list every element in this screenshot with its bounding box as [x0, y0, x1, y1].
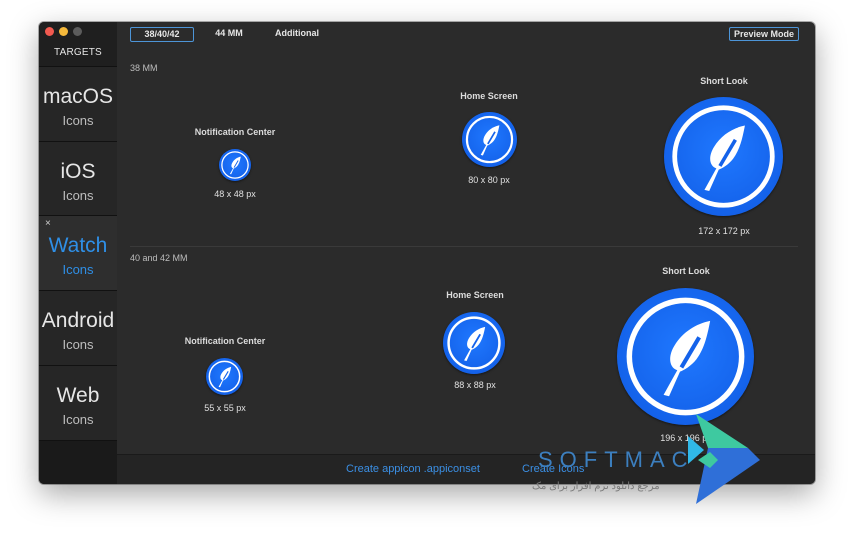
feather-icon: [206, 358, 243, 395]
tab-44mm[interactable]: 44 MM: [206, 27, 252, 40]
icon-size-label: 55 x 55 px: [204, 403, 246, 413]
close-window-button[interactable]: [45, 27, 54, 36]
section-title-40-42mm: 40 and 42 MM: [130, 253, 188, 263]
tab-38-40-42[interactable]: 38/40/42: [130, 27, 194, 42]
sidebar-item-subtitle: Icons: [62, 337, 94, 352]
sidebar-item-ios[interactable]: iOS Icons: [39, 141, 117, 216]
feather-icon: [664, 97, 783, 216]
icon-label: Home Screen: [446, 290, 504, 300]
sidebar-item-title: iOS: [60, 160, 96, 183]
feather-icon: [462, 112, 517, 167]
sidebar-item-title: Android: [41, 309, 115, 332]
softmac-logo-icon: [688, 414, 760, 504]
sidebar-item-title: Watch: [48, 234, 108, 257]
targets-sidebar: TARGETS macOS Icons iOS Icons × Watch Ic…: [39, 22, 117, 484]
sidebar-item-subtitle: Icons: [62, 412, 94, 427]
create-appiconset-button[interactable]: Create appicon .appiconset: [346, 463, 480, 475]
sidebar-item-watch[interactable]: × Watch Icons: [39, 215, 117, 290]
feather-icon: [219, 149, 251, 181]
icon-label: Short Look: [662, 266, 710, 276]
icon-size-label: 88 x 88 px: [454, 380, 496, 390]
sidebar-title: TARGETS: [54, 47, 102, 58]
sidebar-item-macos[interactable]: macOS Icons: [39, 66, 117, 141]
sidebar-item-android[interactable]: Android Icons: [39, 290, 117, 365]
section-divider: [130, 246, 798, 247]
sidebar-item-title: Web: [56, 384, 100, 407]
preview-mode-button[interactable]: Preview Mode: [728, 27, 799, 41]
icon-label: Notification Center: [194, 127, 276, 137]
sidebar-item-web[interactable]: Web Icons: [39, 365, 117, 440]
watermark-subtitle: مرجع دانلود نرم افزار برای مک: [532, 481, 660, 492]
close-icon[interactable]: ×: [45, 218, 51, 229]
minimize-window-button[interactable]: [59, 27, 68, 36]
icon-size-label: 48 x 48 px: [214, 189, 256, 199]
icon-size-label: 80 x 80 px: [468, 175, 510, 185]
icon-label: Home Screen: [460, 91, 518, 101]
feather-icon: [617, 288, 754, 425]
icon-label: Short Look: [700, 76, 748, 86]
sidebar-item-title: macOS: [42, 85, 113, 108]
sidebar-item-subtitle: Icons: [62, 262, 94, 277]
tab-additional[interactable]: Additional: [265, 27, 329, 40]
feather-icon: [443, 312, 505, 374]
sidebar-footer: [39, 440, 117, 484]
sidebar-item-subtitle: Icons: [62, 188, 94, 203]
watermark-title: SOFTMAC: [538, 447, 695, 472]
zoom-window-button[interactable]: [73, 27, 82, 36]
icon-size-label: 172 x 172 px: [698, 226, 750, 236]
section-title-38mm: 38 MM: [130, 63, 158, 73]
icon-label: Notification Center: [184, 336, 266, 346]
sidebar-item-subtitle: Icons: [62, 113, 94, 128]
